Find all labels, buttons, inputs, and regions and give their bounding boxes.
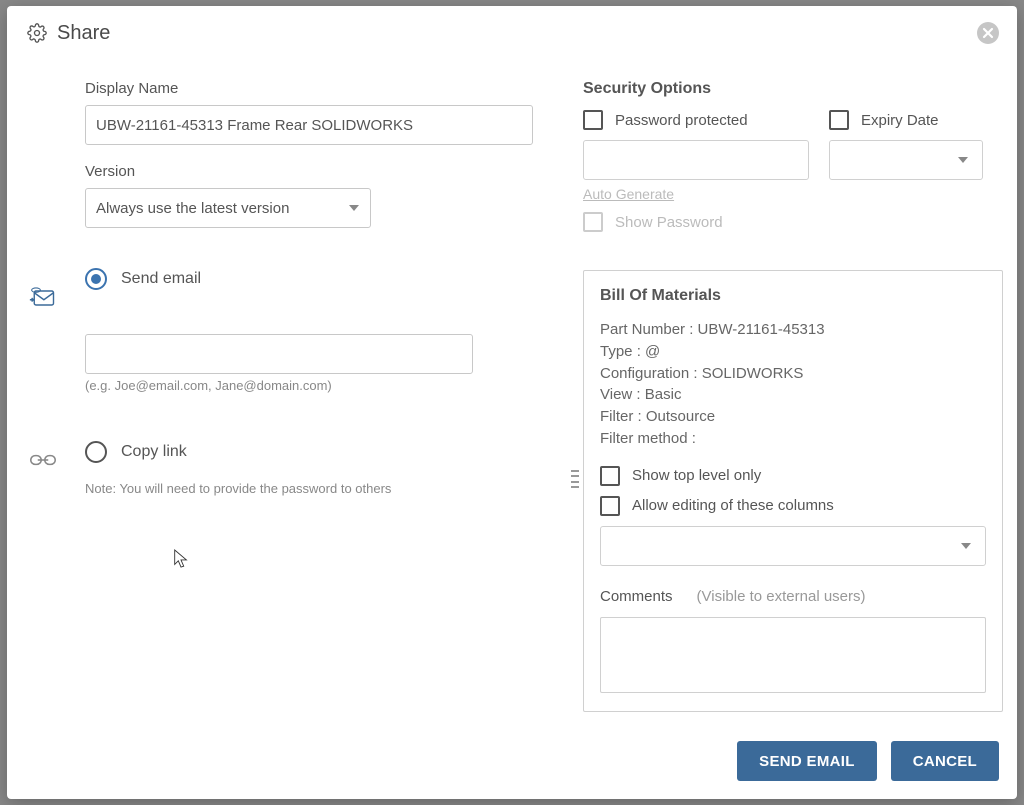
copy-link-radio[interactable]: Copy link	[85, 441, 555, 463]
show-password-label: Show Password	[615, 214, 723, 231]
bom-view: View : Basic	[600, 384, 986, 406]
bom-title: Bill Of Materials	[600, 287, 986, 305]
left-column: Display Name Version Send email	[29, 80, 579, 725]
allow-editing-label: Allow editing of these columns	[632, 497, 834, 514]
send-email-label: Send email	[121, 270, 201, 288]
show-top-level-checkbox[interactable]	[600, 466, 620, 486]
show-password-checkbox	[583, 212, 603, 232]
auto-generate-link: Auto Generate	[583, 186, 809, 202]
chevron-down-icon	[349, 205, 359, 211]
bom-panel: Bill Of Materials Part Number : UBW-2116…	[583, 270, 1003, 712]
icon-gutter	[29, 80, 85, 725]
close-button[interactable]	[977, 22, 999, 44]
bom-filter: Filter : Outsource	[600, 406, 986, 428]
resize-handle-icon[interactable]	[571, 470, 579, 488]
comments-textarea[interactable]	[600, 617, 986, 693]
password-protected-label: Password protected	[615, 112, 748, 129]
comments-hint: (Visible to external users)	[697, 588, 866, 605]
send-email-button[interactable]: SEND EMAIL	[737, 741, 877, 781]
display-name-input[interactable]	[85, 105, 533, 145]
bom-configuration: Configuration : SOLIDWORKS	[600, 363, 986, 385]
dialog-footer: SEND EMAIL CANCEL	[7, 725, 1017, 799]
send-email-radio[interactable]: Send email	[85, 268, 555, 290]
bom-filter-method: Filter method :	[600, 428, 986, 450]
chevron-down-icon	[958, 157, 968, 163]
cancel-button[interactable]: CANCEL	[891, 741, 999, 781]
password-input[interactable]	[583, 140, 809, 180]
copy-link-label: Copy link	[121, 443, 187, 461]
editable-columns-select[interactable]	[600, 526, 986, 566]
chevron-down-icon	[961, 543, 971, 549]
bom-part-number: Part Number : UBW-21161-45313	[600, 319, 986, 341]
email-hint: (e.g. Joe@email.com, Jane@domain.com)	[85, 378, 473, 393]
copy-link-icon	[29, 449, 57, 476]
display-name-label: Display Name	[85, 80, 533, 97]
expiry-date-label: Expiry Date	[861, 112, 939, 129]
form-area: Display Name Version Send email	[85, 80, 579, 725]
share-dialog: Share	[7, 6, 1017, 799]
dialog-title: Share	[57, 22, 110, 45]
cursor-icon	[172, 548, 190, 570]
password-protected-checkbox[interactable]	[583, 110, 603, 130]
expiry-date-checkbox[interactable]	[829, 110, 849, 130]
right-column: Security Options Password protected Auto…	[583, 80, 1003, 725]
copy-link-note: Note: You will need to provide the passw…	[85, 481, 555, 496]
expiry-date-select[interactable]	[829, 140, 983, 180]
version-value[interactable]	[85, 188, 371, 228]
security-options-title: Security Options	[583, 80, 1003, 98]
share-gear-icon	[27, 23, 47, 43]
comments-label: Comments	[600, 588, 673, 605]
send-email-icon	[29, 287, 57, 314]
allow-editing-checkbox[interactable]	[600, 496, 620, 516]
version-label: Version	[85, 163, 555, 180]
dialog-content: Display Name Version Send email	[7, 50, 1017, 725]
dialog-header: Share	[7, 6, 1017, 50]
email-recipients-input[interactable]	[85, 334, 473, 374]
bom-type: Type : @	[600, 341, 986, 363]
show-top-level-label: Show top level only	[632, 467, 761, 484]
version-select[interactable]	[85, 188, 371, 228]
